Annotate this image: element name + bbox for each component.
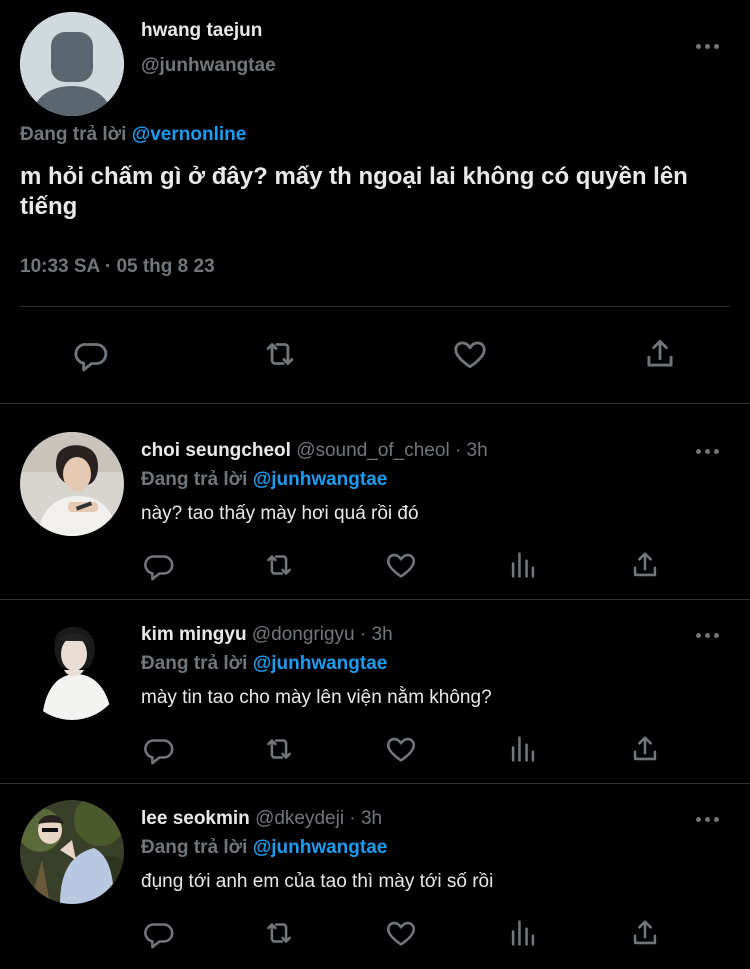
profile-photo — [20, 432, 124, 536]
replying-prefix: Đang trả lời — [141, 837, 248, 858]
more-icon[interactable] — [696, 630, 724, 640]
retweet-icon[interactable] — [261, 335, 299, 378]
heart-icon[interactable] — [384, 916, 418, 955]
relative-time[interactable]: · 3h — [360, 624, 393, 645]
tweet-timestamp[interactable]: 10:33 SA · 05 thg 8 23 — [20, 256, 215, 278]
display-name[interactable]: choi seungcheol — [141, 440, 291, 461]
replying-prefix: Đang trả lời — [20, 124, 127, 145]
reply-header: kim mingyu @dongrigyu · 3h — [141, 624, 393, 646]
replying-to-link[interactable]: @junhwangtae — [253, 653, 388, 674]
reply-action-bar — [0, 732, 750, 772]
user-handle[interactable]: @dongrigyu — [252, 624, 355, 645]
tweet-text: m hỏi chấm gì ở đây? mấy th ngoại lai kh… — [20, 163, 688, 220]
divider — [20, 306, 730, 307]
avatar-kim-mingyu[interactable] — [20, 616, 124, 720]
analytics-icon[interactable] — [506, 732, 540, 771]
profile-photo — [20, 616, 124, 720]
reply-text: này? tao thấy mày hơi quá rồi đó — [141, 503, 419, 524]
replying-to-link[interactable]: @junhwangtae — [253, 837, 388, 858]
reply-text: đụng tới anh em của tao thì mày tới số r… — [141, 871, 494, 892]
heart-icon[interactable] — [451, 335, 489, 378]
share-icon[interactable] — [641, 335, 679, 378]
avatar-default[interactable] — [20, 12, 124, 116]
reply-icon[interactable] — [141, 916, 175, 955]
share-icon[interactable] — [628, 916, 662, 955]
display-name[interactable]: kim mingyu — [141, 624, 247, 645]
divider — [0, 783, 750, 784]
display-name[interactable]: hwang taejun — [141, 20, 262, 42]
share-icon[interactable] — [628, 548, 662, 587]
retweet-icon[interactable] — [262, 548, 296, 587]
default-avatar-icon — [20, 12, 124, 116]
more-icon[interactable] — [696, 41, 724, 51]
more-icon[interactable] — [696, 446, 724, 456]
analytics-icon[interactable] — [506, 548, 540, 587]
replying-to-line: Đang trả lời @junhwangtae — [141, 469, 387, 491]
heart-icon[interactable] — [384, 548, 418, 587]
user-handle[interactable]: @sound_of_cheol — [296, 440, 449, 461]
relative-time[interactable]: · 3h — [349, 808, 382, 829]
reply-header: choi seungcheol @sound_of_cheol · 3h — [141, 440, 488, 462]
replying-to-link[interactable]: @junhwangtae — [253, 469, 388, 490]
profile-photo — [20, 800, 124, 904]
divider — [0, 403, 750, 404]
reply-action-bar — [0, 916, 750, 956]
reply-icon[interactable] — [141, 732, 175, 771]
replying-to-line: Đang trả lời @junhwangtae — [141, 653, 387, 675]
replying-to-link[interactable]: @vernonline — [132, 124, 247, 145]
retweet-icon[interactable] — [262, 916, 296, 955]
display-name[interactable]: lee seokmin — [141, 808, 250, 829]
replying-prefix: Đang trả lời — [141, 469, 248, 490]
reply-header: lee seokmin @dkeydeji · 3h — [141, 808, 382, 830]
replying-to-line: Đang trả lời @vernonline — [20, 124, 246, 146]
more-icon[interactable] — [696, 814, 724, 824]
replying-prefix: Đang trả lời — [141, 653, 248, 674]
user-handle[interactable]: @junhwangtae — [141, 55, 276, 77]
retweet-icon[interactable] — [262, 732, 296, 771]
reply-icon[interactable] — [141, 548, 175, 587]
avatar-choi-seungcheol[interactable] — [20, 432, 124, 536]
heart-icon[interactable] — [384, 732, 418, 771]
relative-time[interactable]: · 3h — [455, 440, 488, 461]
share-icon[interactable] — [628, 732, 662, 771]
reply-action-bar — [0, 548, 750, 588]
analytics-icon[interactable] — [506, 916, 540, 955]
divider — [0, 599, 750, 600]
replying-to-line: Đang trả lời @junhwangtae — [141, 837, 387, 859]
reply-text: mày tin tao cho mày lên viện nằm không? — [141, 687, 492, 708]
reply-icon[interactable] — [71, 335, 109, 378]
user-handle[interactable]: @dkeydeji — [255, 808, 344, 829]
avatar-lee-seokmin[interactable] — [20, 800, 124, 904]
